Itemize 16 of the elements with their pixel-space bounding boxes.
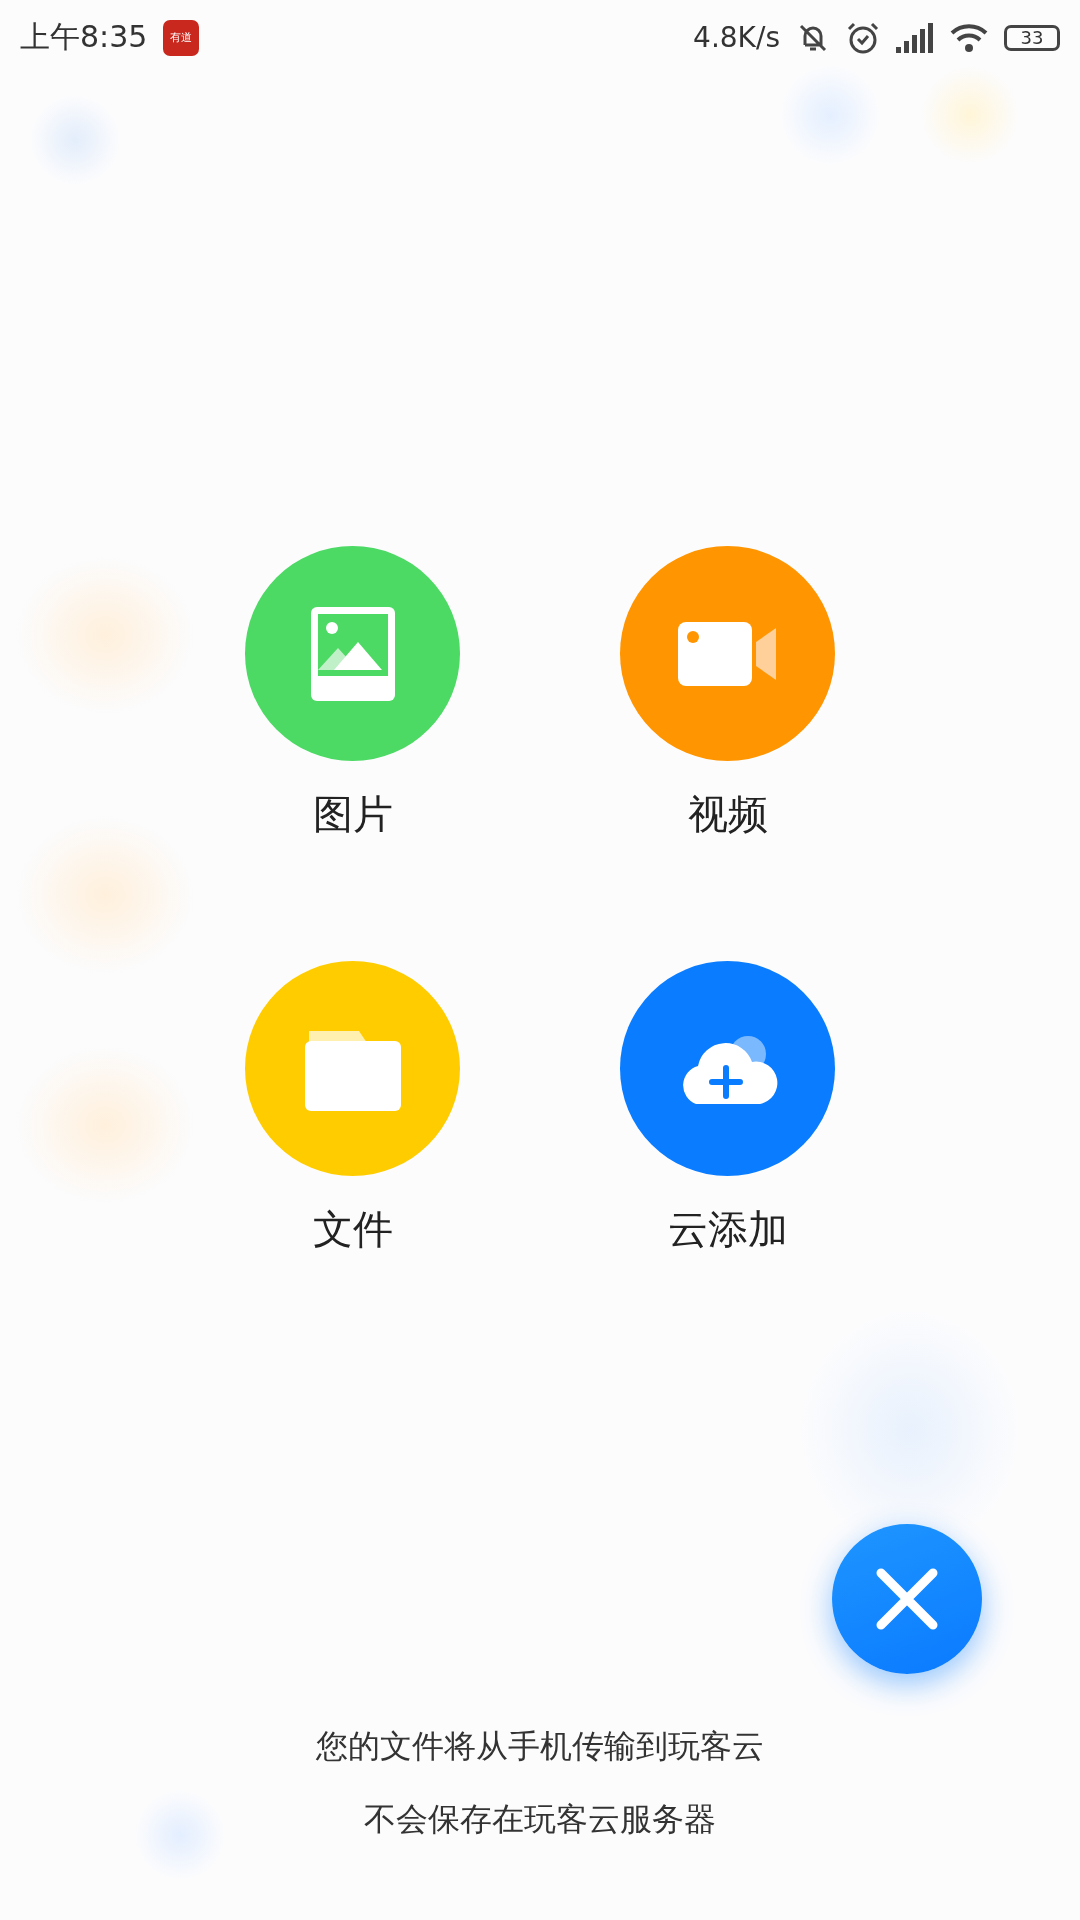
- app-notification-icon: 有道: [163, 19, 200, 56]
- notice-text: 您的文件将从手机传输到玩客云: [315, 1726, 765, 1767]
- option-label: 视频: [687, 790, 768, 838]
- signal-icon: [896, 22, 934, 53]
- battery-indicator: 33: [1004, 24, 1060, 51]
- network-speed: 4.8K/s: [693, 21, 780, 54]
- alarm-icon: [846, 20, 880, 55]
- wifi-icon: [950, 22, 988, 53]
- video-camera-icon: [677, 621, 778, 686]
- option-label: 云添加: [667, 1205, 788, 1253]
- status-time: 上午8:35: [20, 18, 148, 56]
- notice-text: 不会保存在玩客云服务器: [363, 1799, 717, 1840]
- option-label: 文件: [312, 1205, 393, 1253]
- close-button[interactable]: [832, 1524, 982, 1674]
- option-label: 图片: [312, 790, 393, 838]
- close-icon: [875, 1567, 939, 1631]
